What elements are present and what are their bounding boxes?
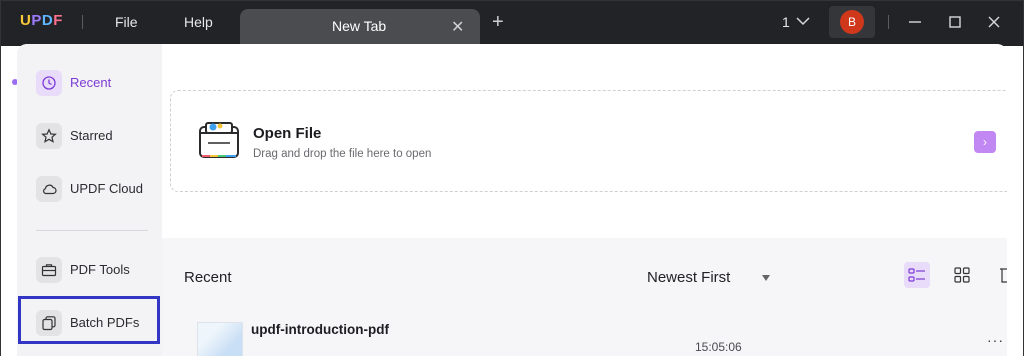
menu-help[interactable]: Help bbox=[184, 14, 213, 30]
title-bar: UPDF File Help New Tab ✕ + 1 B bbox=[0, 0, 1024, 46]
highlight-box bbox=[18, 296, 160, 344]
clock-icon bbox=[36, 70, 62, 96]
open-file-title: Open File bbox=[253, 125, 322, 142]
sidebar-item-label: Starred bbox=[70, 128, 113, 143]
folder-icon bbox=[199, 122, 239, 158]
account-button[interactable]: B bbox=[829, 6, 875, 38]
toolbox-icon bbox=[36, 257, 62, 283]
divider bbox=[888, 15, 889, 29]
updf-logo: UPDF bbox=[20, 12, 63, 29]
sidebar-item-label: Recent bbox=[70, 75, 112, 90]
open-file-subtitle: Drag and drop the file here to open bbox=[253, 148, 432, 160]
sidebar: Recent Starred UPDF Cloud PDF Tools Batc… bbox=[17, 44, 162, 356]
sidebar-item-starred[interactable]: Starred bbox=[36, 123, 156, 153]
sidebar-item-recent[interactable]: Recent bbox=[36, 70, 156, 100]
trash-icon[interactable] bbox=[1000, 266, 1007, 284]
sort-dropdown-icon[interactable] bbox=[762, 275, 770, 281]
sidebar-item-label: UPDF Cloud bbox=[70, 181, 143, 196]
tab-label: New Tab bbox=[332, 18, 387, 34]
table-row[interactable]: updf-introduction-pdf 15:05:06 ··· bbox=[197, 322, 1007, 356]
sort-select[interactable]: Newest First bbox=[647, 269, 730, 286]
list-view-button[interactable] bbox=[904, 262, 930, 288]
add-tab-icon[interactable]: + bbox=[492, 12, 504, 32]
avatar: B bbox=[840, 10, 864, 34]
file-time: 15:05:06 bbox=[695, 340, 742, 354]
menu-file[interactable]: File bbox=[115, 14, 138, 30]
open-file-dropzone[interactable]: Open File Drag and drop the file here to… bbox=[170, 90, 1007, 192]
more-options-icon[interactable]: ··· bbox=[987, 332, 1004, 348]
minimize-icon[interactable] bbox=[906, 13, 924, 31]
sidebar-item-pdf-tools[interactable]: PDF Tools bbox=[36, 257, 156, 287]
sidebar-item-label: PDF Tools bbox=[70, 262, 130, 277]
sidebar-item-updf-cloud[interactable]: UPDF Cloud bbox=[36, 176, 156, 206]
divider bbox=[82, 15, 83, 29]
main-area: Open File Drag and drop the file here to… bbox=[162, 44, 1007, 356]
list-view-icon bbox=[908, 268, 925, 282]
tab-new-tab[interactable]: New Tab ✕ bbox=[240, 9, 480, 46]
app-content: Recent Starred UPDF Cloud PDF Tools Batc… bbox=[17, 44, 1007, 356]
cloud-icon bbox=[36, 176, 62, 202]
close-window-icon[interactable] bbox=[985, 13, 1003, 31]
maximize-icon[interactable] bbox=[946, 13, 964, 31]
recent-panel: Recent Newest First updf-introduction-pd… bbox=[162, 238, 1007, 356]
file-name: updf-introduction-pdf bbox=[251, 322, 389, 337]
sidebar-divider bbox=[36, 230, 148, 231]
file-thumbnail bbox=[197, 322, 243, 356]
grid-view-icon[interactable] bbox=[954, 267, 970, 283]
page-count[interactable]: 1 bbox=[782, 14, 790, 30]
close-tab-icon[interactable]: ✕ bbox=[451, 17, 464, 37]
star-icon bbox=[36, 123, 62, 149]
recent-title: Recent bbox=[184, 269, 232, 286]
open-file-arrow-button[interactable]: › bbox=[974, 131, 996, 153]
chevron-down-icon[interactable] bbox=[796, 16, 810, 26]
